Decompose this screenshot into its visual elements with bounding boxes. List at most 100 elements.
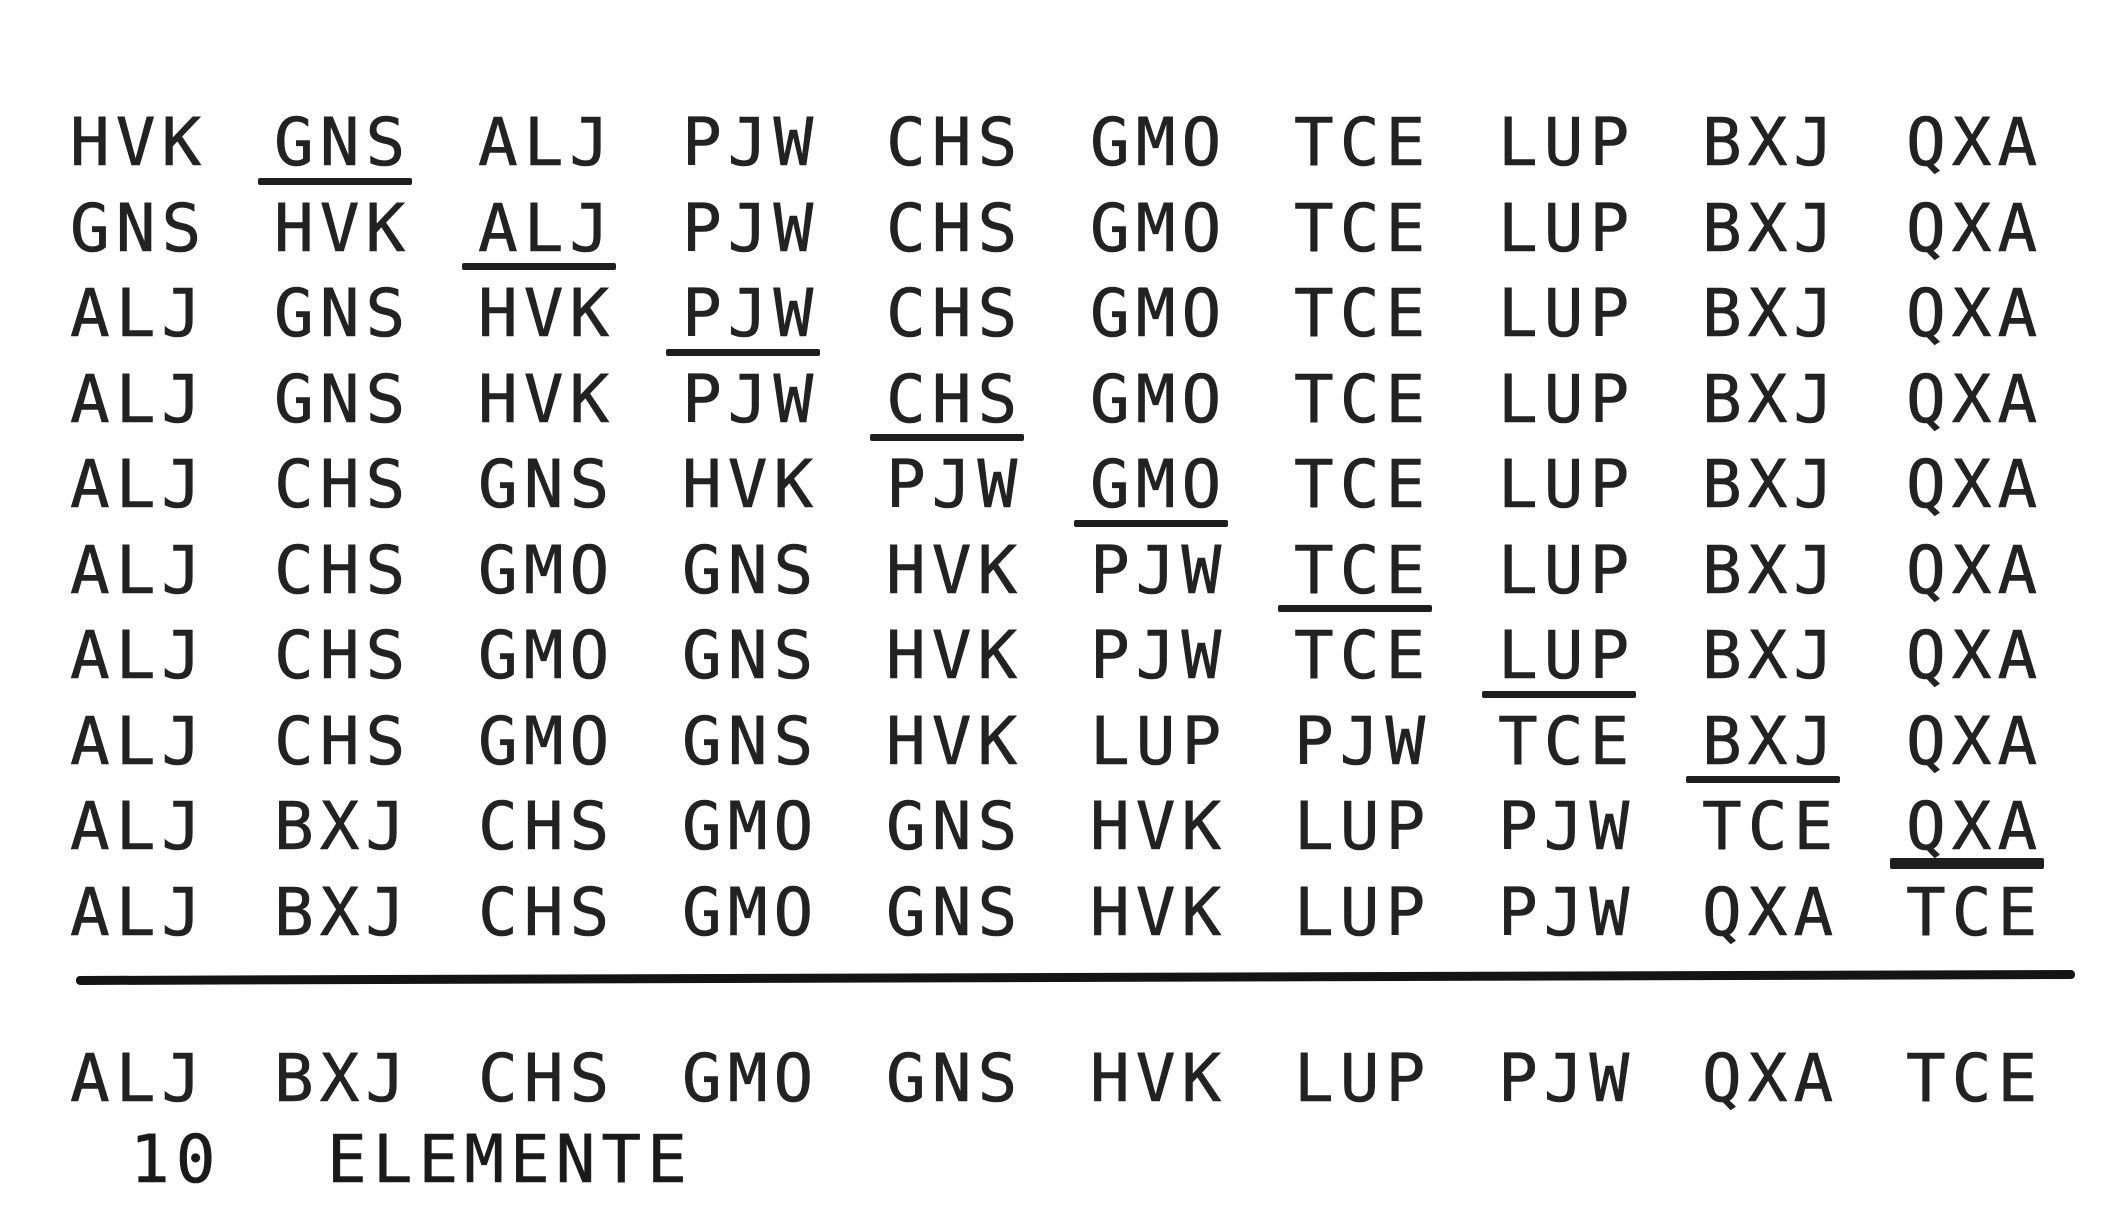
grid-cell: ALJ	[70, 702, 208, 780]
grid-cell: BXJ	[1702, 104, 1840, 182]
result-cell: LUP	[1294, 1040, 1432, 1118]
grid-cell: GMO	[478, 531, 616, 609]
grid-cell: CHS	[274, 702, 412, 780]
grid-cell: TCE	[1890, 857, 2096, 956]
element-count: 10	[130, 1121, 222, 1199]
result-cell: ALJ	[70, 1040, 208, 1118]
grid-cell: BXJ	[274, 788, 412, 866]
grid-cell: QXA	[1906, 531, 2044, 609]
grid-cell: CHS	[274, 531, 412, 609]
grid-cell: TCE	[1294, 617, 1432, 695]
grid-cell-marked: TCE	[1278, 528, 1484, 614]
grid-cell: QXA	[1906, 446, 2044, 524]
grid-cell: QXA	[1906, 189, 2044, 267]
result-cell: QXA	[1702, 1040, 1840, 1118]
grid-cell: CHS	[478, 873, 616, 951]
grid-cell: TCE	[1702, 788, 1840, 866]
grid-cell: GNS	[682, 531, 820, 609]
grid-cell-marked: ALJ	[462, 186, 668, 272]
grid-cell: HVK	[886, 702, 1024, 780]
grid-cell: GMO	[1090, 275, 1228, 353]
grid-cell: GNS	[886, 788, 1024, 866]
grid-cell: TCE	[1294, 104, 1432, 182]
grid-cell: PJW	[1090, 531, 1228, 609]
grid-cell: PJW	[886, 446, 1024, 524]
grid-cell-marked: PJW	[666, 271, 872, 357]
grid-cell: LUP	[1090, 702, 1228, 780]
grid-cell: CHS	[886, 275, 1024, 353]
grid-cell: PJW	[1498, 788, 1636, 866]
grid-cell: GMO	[1090, 104, 1228, 182]
grid-cell: GMO	[682, 873, 820, 951]
grid-cell: CHS	[886, 104, 1024, 182]
grid-cell: BXJ	[1702, 531, 1840, 609]
grid-cell: ALJ	[70, 788, 208, 866]
grid-cell: GNS	[682, 617, 820, 695]
grid-cell: QXA	[1702, 873, 1840, 951]
grid-cell: HVK	[478, 275, 616, 353]
grid-cell: LUP	[1498, 104, 1636, 182]
footer: 10 ELEMENTE	[70, 1115, 970, 1205]
grid-cell: GNS	[682, 702, 820, 780]
grid-cell: BXJ	[1702, 617, 1840, 695]
grid-cell: BXJ	[1702, 275, 1840, 353]
element-count-label: ELEMENTE	[327, 1121, 693, 1199]
grid-cell: HVK	[1090, 788, 1228, 866]
grid-cell: QXA	[1906, 104, 2044, 182]
result-cell: CHS	[478, 1040, 616, 1118]
grid-cell: QXA	[1906, 275, 2044, 353]
grid-cell: PJW	[682, 360, 820, 438]
grid-cell: GNS	[478, 446, 616, 524]
result-cell: TCE	[1906, 1040, 2044, 1118]
result-cell: HVK	[1090, 1040, 1228, 1118]
grid-cell: GMO	[1090, 189, 1228, 267]
grid-cell: GMO	[478, 617, 616, 695]
final-position-marker	[1890, 857, 2044, 865]
grid-cell: LUP	[1498, 446, 1636, 524]
grid-cell-marked: BXJ	[1686, 699, 1892, 785]
divider-line	[75, 970, 2076, 985]
grid-cell: HVK	[274, 189, 412, 267]
grid-cell: ALJ	[70, 617, 208, 695]
grid-cell: GMO	[478, 702, 616, 780]
grid-cell-marked: GNS	[258, 100, 464, 186]
grid-cell: PJW	[1498, 873, 1636, 951]
result-cell: GNS	[886, 1040, 1024, 1118]
result-cell: GMO	[682, 1040, 820, 1118]
grid-cell: BXJ	[274, 873, 412, 951]
grid-cell: CHS	[274, 617, 412, 695]
grid-cell: QXA	[1906, 360, 2044, 438]
grid-cell: HVK	[886, 531, 1024, 609]
grid-cell-marked: QXA	[1890, 784, 2096, 870]
grid-cell: QXA	[1906, 702, 2044, 780]
sort-printout: HVK GNS ALJ PJW CHS GMO TCE LUP BXJ QXA GNS HVK ALJ P…	[0, 0, 2111, 1210]
grid-cell: HVK	[70, 104, 208, 182]
grid-cell-marked: GMO	[1074, 442, 1280, 528]
grid-cell: HVK	[886, 617, 1024, 695]
grid-cell: PJW	[682, 104, 820, 182]
grid-cell: TCE	[1498, 702, 1636, 780]
grid-cell: CHS	[478, 788, 616, 866]
grid-cell: GNS	[886, 873, 1024, 951]
grid-cell-marked: CHS	[870, 357, 1076, 443]
grid-cell: GMO	[1090, 360, 1228, 438]
grid-cell: ALJ	[70, 446, 208, 524]
result-cell: BXJ	[274, 1040, 412, 1118]
grid-cell: PJW	[682, 189, 820, 267]
grid-cell: BXJ	[1702, 189, 1840, 267]
result-cell: PJW	[1498, 1040, 1636, 1118]
grid-cell-marked: LUP	[1482, 613, 1688, 699]
grid-cell: HVK	[1090, 873, 1228, 951]
grid-cell: GNS	[70, 189, 208, 267]
grid-cell: GNS	[274, 275, 412, 353]
grid-cell: ALJ	[70, 873, 208, 951]
grid-cell: TCE	[1294, 275, 1432, 353]
grid-cell: CHS	[274, 446, 412, 524]
grid-cell: HVK	[478, 360, 616, 438]
grid-cell: LUP	[1294, 873, 1432, 951]
grid-cell: PJW	[1294, 702, 1432, 780]
grid-cell: QXA	[1906, 617, 2044, 695]
grid-cell: ALJ	[70, 275, 208, 353]
grid-cell: LUP	[1498, 275, 1636, 353]
grid-cell: LUP	[1498, 360, 1636, 438]
